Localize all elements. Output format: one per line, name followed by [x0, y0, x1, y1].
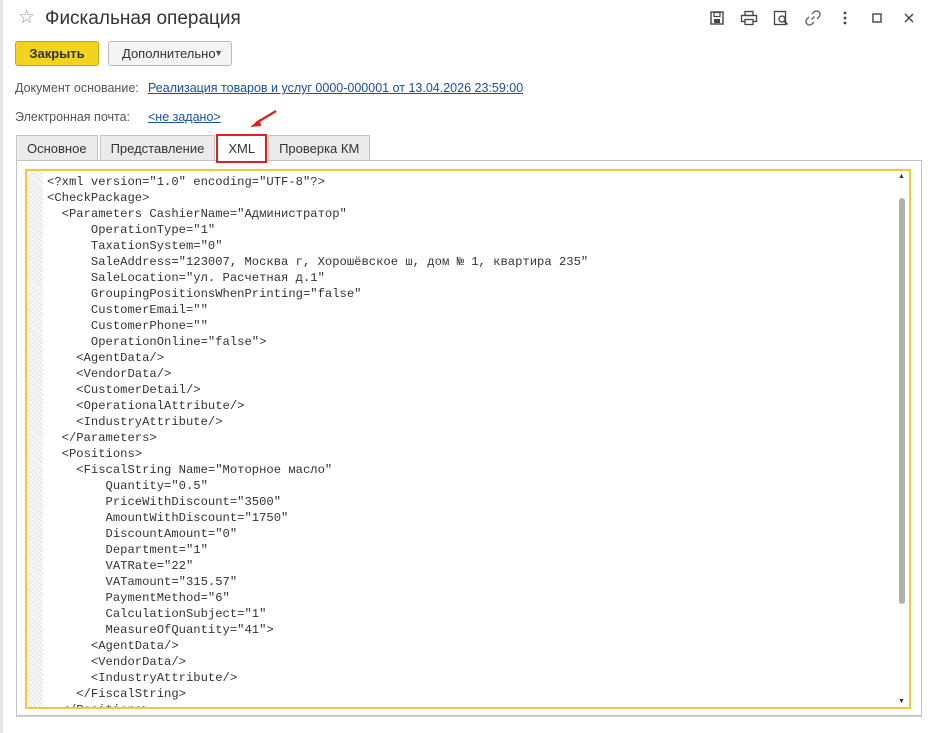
- xml-line: PaymentMethod="6": [47, 591, 230, 605]
- tab-bar: Основное Представление XML Проверка КМ: [16, 134, 372, 163]
- xml-line: <FiscalString Name="Моторное масло": [47, 463, 333, 477]
- xml-line: GroupingPositionsWhenPrinting="false": [47, 287, 362, 301]
- star-icon[interactable]: ☆: [18, 7, 35, 29]
- xml-line: OperationOnline="false">: [47, 335, 267, 349]
- close-button[interactable]: Закрыть: [15, 41, 99, 66]
- window-icons: [707, 8, 919, 28]
- base-doc-label: Документ основание:: [15, 81, 139, 95]
- xml-line: CustomerPhone="": [47, 319, 208, 333]
- xml-line: DiscountAmount="0": [47, 527, 238, 541]
- tab-xml[interactable]: XML: [216, 134, 268, 163]
- xml-line: SaleAddress="123007, Москва г, Хорошёвск…: [47, 255, 589, 269]
- xml-line: MeasureOfQuantity="41">: [47, 623, 274, 637]
- xml-line: <CheckPackage>: [47, 191, 150, 205]
- tab-representation[interactable]: Представление: [99, 135, 216, 160]
- xml-line: <Positions>: [47, 447, 143, 461]
- xml-line: <OperationalAttribute/>: [47, 399, 245, 413]
- window-left-edge: [0, 0, 3, 733]
- save-icon[interactable]: [707, 8, 727, 28]
- xml-line: SaleLocation="ул. Расчетная д.1": [47, 271, 325, 285]
- xml-line: TaxationSystem="0": [47, 239, 223, 253]
- chevron-down-icon: ▼: [214, 48, 223, 58]
- xml-line: CalculationSubject="1": [47, 607, 267, 621]
- link-icon[interactable]: [803, 8, 823, 28]
- xml-line: PriceWithDiscount="3500": [47, 495, 282, 509]
- print-icon[interactable]: [739, 8, 759, 28]
- xml-line: AmountWithDiscount="1750": [47, 511, 289, 525]
- xml-text[interactable]: <?xml version="1.0" encoding="UTF-8"?> <C…: [47, 174, 895, 707]
- xml-line: <AgentData/>: [47, 639, 179, 653]
- more-button-label: Дополнительно: [122, 46, 216, 61]
- tab-main[interactable]: Основное: [16, 135, 98, 160]
- xml-line: Quantity="0.5": [47, 479, 208, 493]
- vertical-scrollbar[interactable]: ▲ ▼: [897, 171, 907, 707]
- xml-editor[interactable]: <?xml version="1.0" encoding="UTF-8"?> <C…: [25, 169, 911, 709]
- more-icon[interactable]: [835, 8, 855, 28]
- xml-line: VATamount="315.57": [47, 575, 238, 589]
- xml-line: <VendorData/>: [47, 655, 186, 669]
- email-label: Электронная почта:: [15, 110, 131, 124]
- preview-icon[interactable]: [771, 8, 791, 28]
- base-doc-link[interactable]: Реализация товаров и услуг 0000-000001 о…: [148, 81, 523, 95]
- xml-line: <IndustryAttribute/>: [47, 671, 238, 685]
- xml-line: <IndustryAttribute/>: [47, 415, 223, 429]
- scroll-down-icon[interactable]: ▼: [898, 698, 905, 705]
- xml-line: CustomerEmail="": [47, 303, 208, 317]
- email-link[interactable]: <не задано>: [148, 110, 221, 124]
- xml-line: <AgentData/>: [47, 351, 165, 365]
- xml-line: <VendorData/>: [47, 367, 172, 381]
- xml-line: Department="1": [47, 543, 208, 557]
- xml-line: OperationType="1": [47, 223, 216, 237]
- xml-line: <Parameters CashierName="Администратор": [47, 207, 347, 221]
- editor-gutter: [27, 171, 43, 707]
- scrollbar-thumb[interactable]: [899, 198, 905, 604]
- xml-line: VATRate="22": [47, 559, 194, 573]
- maximize-icon[interactable]: [867, 8, 887, 28]
- tab-km-check[interactable]: Проверка КМ: [268, 135, 371, 160]
- window-title: Фискальная операция: [45, 8, 241, 29]
- xml-line: </FiscalString>: [47, 687, 186, 701]
- xml-line: </Positions>: [47, 702, 895, 707]
- panel-divider: [16, 716, 922, 717]
- scroll-up-icon[interactable]: ▲: [898, 173, 905, 180]
- xml-line: <CustomerDetail/>: [47, 383, 201, 397]
- xml-panel: <?xml version="1.0" encoding="UTF-8"?> <C…: [16, 160, 922, 716]
- close-icon[interactable]: [899, 8, 919, 28]
- xml-line: <?xml version="1.0" encoding="UTF-8"?>: [47, 175, 325, 189]
- more-button[interactable]: Дополнительно ▼: [108, 41, 232, 66]
- annotation-arrow-icon: [250, 110, 277, 127]
- xml-line: </Parameters>: [47, 431, 157, 445]
